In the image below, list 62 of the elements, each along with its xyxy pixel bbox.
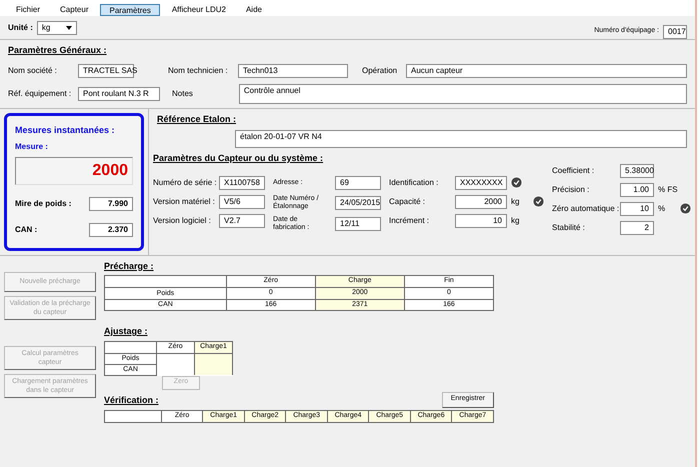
check-icon[interactable] — [533, 196, 544, 207]
field-label: Mire de poids : — [15, 198, 72, 210]
text-field[interactable]: Contrôle annuel — [238, 84, 687, 104]
menu-item[interactable]: Fichier — [8, 4, 48, 16]
section-title: Référence Etalon : — [157, 112, 238, 126]
section-title: Vérification : — [104, 394, 159, 407]
field-label: Coefficient : — [552, 164, 596, 176]
field-label: Version matériel : — [153, 196, 215, 208]
field-label: Précision : — [552, 184, 590, 196]
measure-label: Mesure : — [15, 141, 49, 153]
menu-item[interactable]: Aide — [238, 4, 270, 16]
field-label: Opération — [362, 64, 398, 76]
text-field[interactable]: Pont roulant N.3 R — [78, 86, 160, 100]
panel-title: Mesures instantanées : — [15, 124, 116, 136]
text-field[interactable]: étalon 20-01-07 VR N4 — [235, 130, 687, 148]
field-label: Stabilité : — [552, 222, 586, 234]
field-label: Capacité : — [389, 196, 426, 208]
field-label: Version logiciel : — [153, 214, 212, 226]
readout-field[interactable]: 2.370 — [89, 223, 133, 237]
text-field[interactable]: V2.7 — [219, 214, 265, 228]
text-field[interactable]: 69 — [335, 176, 381, 190]
field-label: Notes — [172, 88, 193, 100]
menu-item[interactable]: Afficheur LDU2 — [164, 4, 234, 16]
measure-display: 2000 — [15, 157, 133, 185]
unit-label: kg — [511, 196, 520, 208]
text-field[interactable]: XXXXXXXX — [455, 176, 507, 190]
field-label: Réf. équipement : — [8, 88, 72, 100]
text-field[interactable]: 0017 — [663, 24, 687, 38]
check-icon[interactable] — [511, 177, 522, 188]
field-label: Incrément : — [389, 214, 430, 226]
text-field[interactable]: 24/05/2015 — [335, 196, 381, 210]
check-icon[interactable] — [680, 203, 691, 214]
menu-item[interactable]: Paramètres — [100, 4, 160, 16]
unit-label: kg — [511, 214, 520, 226]
section-title: Paramètres du Capteur ou du système : — [153, 152, 324, 165]
field-label: Nom technicien : — [168, 64, 229, 76]
unit-dropdown[interactable]: kg — [36, 20, 77, 34]
text-field[interactable]: 2 — [620, 220, 654, 234]
text-field[interactable]: 12/11 — [335, 216, 381, 230]
text-field[interactable]: Techn013 — [238, 64, 348, 78]
text-field[interactable]: 5.38000 — [620, 164, 654, 178]
section-title: Ajustage : — [104, 326, 148, 336]
readout-field[interactable]: 7.990 — [89, 197, 133, 211]
text-field[interactable]: Aucun capteur — [406, 64, 687, 78]
field-label: Zéro automatique : — [552, 202, 616, 214]
text-field[interactable]: X1100758 — [219, 176, 265, 190]
text-field[interactable]: 2000 — [455, 194, 507, 208]
field-label: Identification : — [389, 176, 440, 188]
section-title: Paramètres Généraux : — [8, 44, 108, 57]
text-field[interactable]: 1.00 — [620, 182, 654, 196]
menu-item[interactable]: Capteur — [52, 4, 96, 16]
caret-icon — [66, 26, 72, 30]
unit-label: % FS — [658, 184, 676, 196]
field-label: CAN : — [15, 224, 38, 236]
field-label: Nom société : — [8, 64, 58, 76]
text-field[interactable]: V5/6 — [219, 194, 265, 208]
field-label: Numéro de série : — [153, 176, 215, 188]
field-label: Unité : — [8, 22, 33, 34]
section-title: Précharge : — [104, 260, 155, 273]
text-field[interactable]: 10 — [455, 214, 507, 228]
text-field[interactable]: 10 — [620, 202, 654, 216]
unit-label: % — [658, 202, 666, 214]
